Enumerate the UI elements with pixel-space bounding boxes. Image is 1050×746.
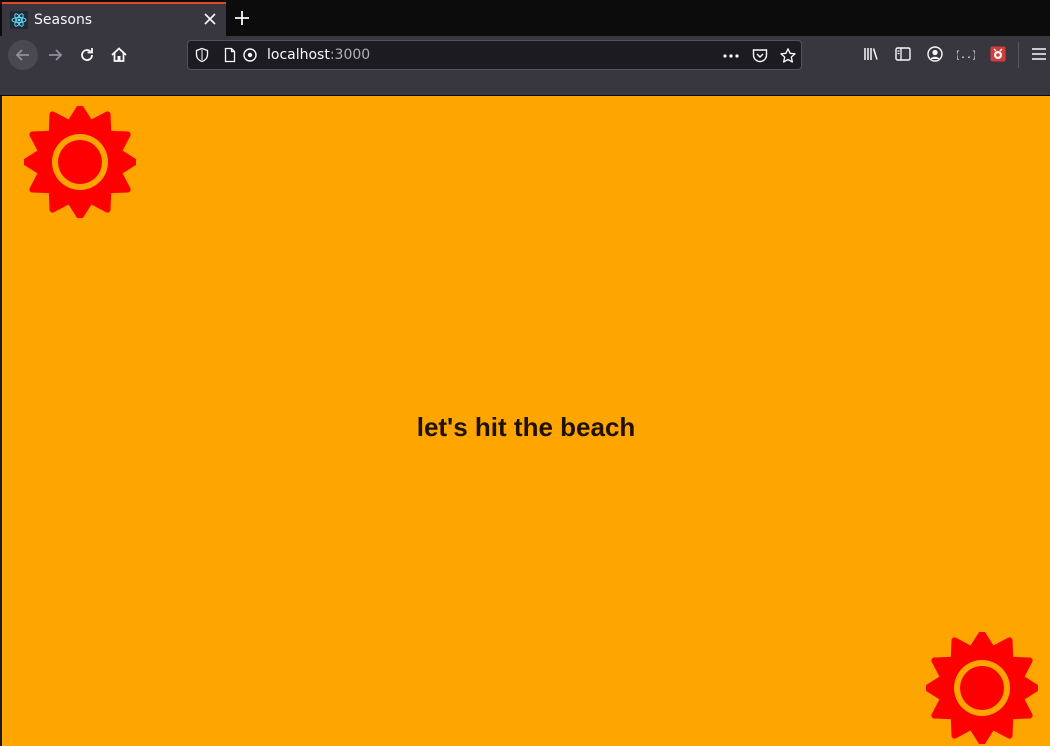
toolbar-separator <box>1018 42 1019 68</box>
sun-icon <box>24 106 136 218</box>
season-message: let's hit the beach <box>416 412 636 442</box>
url-host: localhost <box>267 47 330 63</box>
more-dots-icon[interactable] <box>722 47 740 65</box>
home-icon <box>111 47 127 62</box>
react-icon <box>10 11 28 29</box>
url-port: :3000 <box>329 47 371 63</box>
tab-title: Seasons <box>34 12 93 28</box>
svg-text:{..}: {..} <box>957 50 975 61</box>
new-tab-icon[interactable] <box>232 8 252 28</box>
sun-icon <box>926 632 1038 744</box>
back-button[interactable] <box>8 40 38 70</box>
connection-icon[interactable] <box>242 47 258 63</box>
account-icon[interactable] <box>926 45 944 63</box>
sidebar-icon[interactable] <box>894 45 912 63</box>
navigation-toolbar: localhost:3000 {..} <box>0 36 1050 96</box>
forward-icon <box>49 49 63 61</box>
menu-icon[interactable] <box>1030 45 1048 63</box>
back-icon <box>15 49 29 61</box>
page-content: let's hit the beach <box>2 96 1050 746</box>
tab-strip: Seasons <box>0 0 1050 36</box>
extension-icon[interactable] <box>989 45 1007 63</box>
pocket-icon[interactable] <box>751 47 769 65</box>
url-bar[interactable]: localhost:3000 <box>187 40 802 70</box>
json-viewer-icon[interactable]: {..} <box>957 45 975 63</box>
home-button[interactable] <box>104 40 134 70</box>
forward-button[interactable] <box>40 40 70 70</box>
close-icon[interactable] <box>202 11 218 27</box>
reload-button[interactable] <box>72 40 102 70</box>
tab-seasons[interactable]: Seasons <box>2 2 226 36</box>
page-icon[interactable] <box>222 47 238 63</box>
url-text[interactable]: localhost:3000 <box>267 47 370 63</box>
bookmark-star-icon[interactable] <box>779 47 797 65</box>
library-icon[interactable] <box>862 45 880 63</box>
shield-icon[interactable] <box>194 47 210 63</box>
reload-icon <box>81 48 93 61</box>
